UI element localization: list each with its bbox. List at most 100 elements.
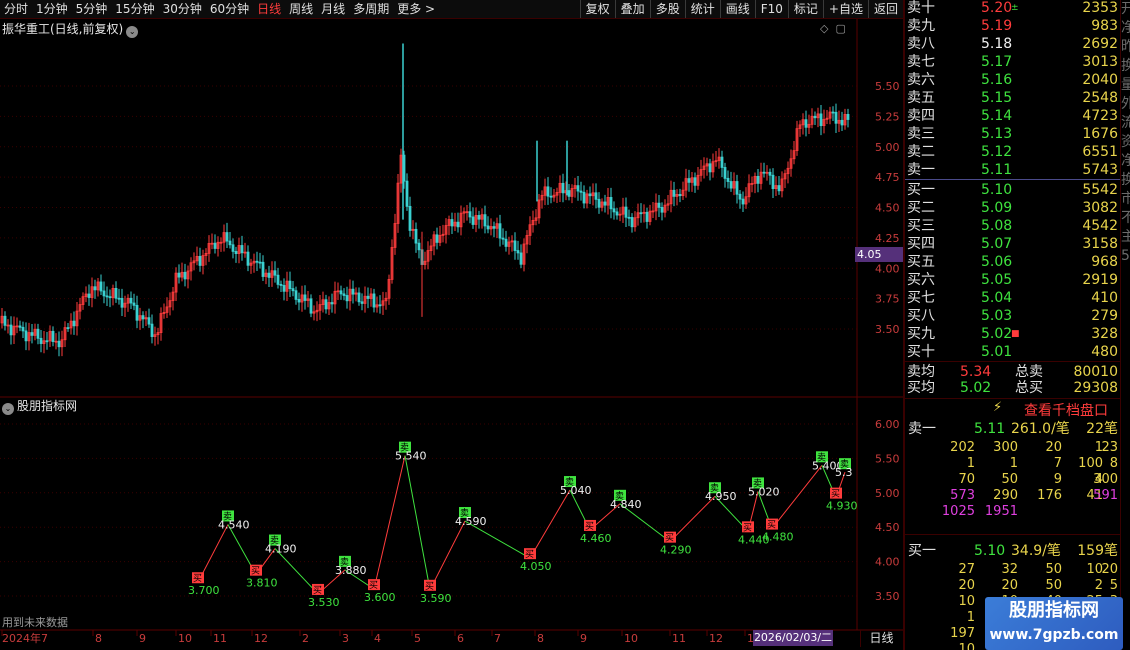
ask-level-volume: 2353 <box>1082 0 1118 16</box>
tab-period-0[interactable]: 分时 <box>0 0 32 18</box>
bid-level-volume: 2919 <box>1082 272 1118 288</box>
candle-body <box>324 299 328 310</box>
bid-level-price: 5.10 <box>981 182 1013 198</box>
side-info-char: 换 <box>1121 171 1130 190</box>
bid-level-label: 买五 <box>907 254 935 270</box>
candle-body <box>45 340 49 343</box>
ask-level-row[interactable]: 卖六 5.16 2040 <box>905 71 1120 89</box>
ask-level-row[interactable]: 卖十 5.20 ±2353 <box>905 0 1120 17</box>
queue-cell: 1025 <box>941 504 975 519</box>
ask-level-row[interactable]: 卖八 5.18 2692 <box>905 35 1120 53</box>
toolbar-button-4[interactable]: 画线 <box>719 0 755 18</box>
tab-period-5[interactable]: 60分钟 <box>206 0 253 18</box>
signal-value-label: 3.530 <box>308 596 340 609</box>
candle-body <box>291 288 295 292</box>
ask-level-label: 卖五 <box>907 90 935 106</box>
ask-level-label: 卖七 <box>907 54 935 70</box>
maximize-icon[interactable]: ▢ <box>835 22 845 35</box>
lightning-icon: ⚡ <box>993 400 1003 415</box>
queue-cell: 20 <box>1045 440 1062 455</box>
queue-cell: 50 <box>1001 472 1018 487</box>
signal-value-label: 3.880 <box>335 564 367 577</box>
tab-period-3[interactable]: 15分钟 <box>111 0 158 18</box>
candle-body <box>588 193 592 197</box>
ask-level-row[interactable]: 卖二 5.12 6551 <box>905 143 1120 161</box>
book-divider <box>905 179 1120 180</box>
tab-period-7[interactable]: 周线 <box>285 0 317 18</box>
bid-level-price: 5.03 <box>981 308 1013 324</box>
candle-body <box>255 260 259 263</box>
time-tick-label: 2 <box>302 632 309 645</box>
tab-period-2[interactable]: 5分钟 <box>72 0 112 18</box>
bid-level-row[interactable]: 买九 5.02 ■ 328 <box>905 325 1120 343</box>
bid-level-row[interactable]: 买六 5.05 2919 <box>905 271 1120 289</box>
toolbar-button-3[interactable]: 统计 <box>684 0 720 18</box>
chevron-down-icon[interactable]: ⌄ <box>2 403 14 415</box>
candle-body <box>273 270 277 276</box>
candle-body <box>246 251 250 266</box>
ask-level-row[interactable]: 卖一 5.11 5743 <box>905 161 1120 179</box>
ask-level-price: 5.14 <box>981 108 1013 124</box>
candle-body <box>756 175 760 184</box>
ask-level-volume: 983 <box>1091 18 1118 34</box>
queue-cell: 176 <box>1037 488 1062 503</box>
ask-level-row[interactable]: 卖九 5.19 983 <box>905 17 1120 35</box>
candle-body <box>3 315 7 326</box>
diamond-icon[interactable]: ◇ <box>820 22 828 35</box>
tab-period-1[interactable]: 1分钟 <box>32 0 72 18</box>
signal-value-label: 3.700 <box>188 584 220 597</box>
tab-period-4[interactable]: 30分钟 <box>159 0 206 18</box>
candle-body <box>630 217 634 228</box>
ask-level-row[interactable]: 卖四 5.14 4723 <box>905 107 1120 125</box>
bid1-count: 159笔 <box>1077 543 1118 559</box>
candle-body <box>741 198 745 205</box>
ask-level-row[interactable]: 卖五 5.15 2548 <box>905 89 1120 107</box>
toolbar-button-7[interactable]: +自选 <box>822 0 868 18</box>
bid-level-row[interactable]: 买四 5.07 3158 <box>905 235 1120 253</box>
kline-chart[interactable]: 5.50 5.25 5.00 4.75 4.50 4.25 4.00 3.75 3.50 6.00… <box>0 0 903 650</box>
bid-level-row[interactable]: 买二 5.09 3082 <box>905 199 1120 217</box>
ask-level-label: 卖十 <box>907 0 935 16</box>
bid-level-volume: 968 <box>1091 254 1118 270</box>
candle-body <box>645 211 649 222</box>
candle-body <box>36 328 40 339</box>
bid-level-row[interactable]: 买十 5.01 480 <box>905 343 1120 361</box>
bid-level-volume: 3082 <box>1082 200 1118 216</box>
signal-value-label: 3.590 <box>420 592 452 605</box>
toolbar-button-5[interactable]: F10 <box>754 0 788 18</box>
toolbar-button-1[interactable]: 叠加 <box>614 0 650 18</box>
indicator-tick-label: 5.50 <box>875 452 900 465</box>
candle-body <box>72 320 76 327</box>
buy-signal-text: 买 <box>313 585 322 596</box>
queue-cell: 1 <box>966 610 975 625</box>
bid-level-row[interactable]: 买七 5.04 410 <box>905 289 1120 307</box>
bid-level-row[interactable]: 买五 5.06 968 <box>905 253 1120 271</box>
depth-button[interactable]: 查看千档盘口 <box>1024 400 1108 420</box>
bid-level-row[interactable]: 买一 5.10 5542 <box>905 181 1120 199</box>
ask-level-row[interactable]: 卖三 5.13 1676 <box>905 125 1120 143</box>
ask-level-row[interactable]: 卖七 5.17 3013 <box>905 53 1120 71</box>
candle-body <box>513 240 517 251</box>
toolbar-button-6[interactable]: 标记 <box>787 0 823 18</box>
buy-signal-text: 买 <box>425 581 434 592</box>
toolbar-button-2[interactable]: 多股 <box>649 0 685 18</box>
bid-level-row[interactable]: 买八 5.03 279 <box>905 307 1120 325</box>
candle-body <box>660 207 664 213</box>
candle-body <box>276 274 280 285</box>
buy-signal-text: 买 <box>525 549 534 560</box>
bid-level-row[interactable]: 买三 5.08 4542 <box>905 217 1120 235</box>
candle-body <box>225 232 229 242</box>
candle-body <box>657 202 661 208</box>
chevron-down-icon[interactable]: ⌄ <box>126 26 139 38</box>
toolbar-button-8[interactable]: 返回 <box>867 0 903 18</box>
tab-period-8[interactable]: 月线 <box>317 0 349 18</box>
tab-period-10[interactable]: 更多 > <box>393 0 439 18</box>
period-button[interactable]: 日线 <box>860 630 902 647</box>
tab-period-6[interactable]: 日线 <box>253 0 285 18</box>
toolbar-button-0[interactable]: 复权 <box>579 0 615 18</box>
indicator-tick-label: 5.00 <box>875 487 900 500</box>
bid1-price: 5.10 <box>974 543 1006 559</box>
tab-period-9[interactable]: 多周期 <box>349 0 393 18</box>
bid-level-label: 买四 <box>907 236 935 252</box>
candle-body <box>483 214 487 227</box>
